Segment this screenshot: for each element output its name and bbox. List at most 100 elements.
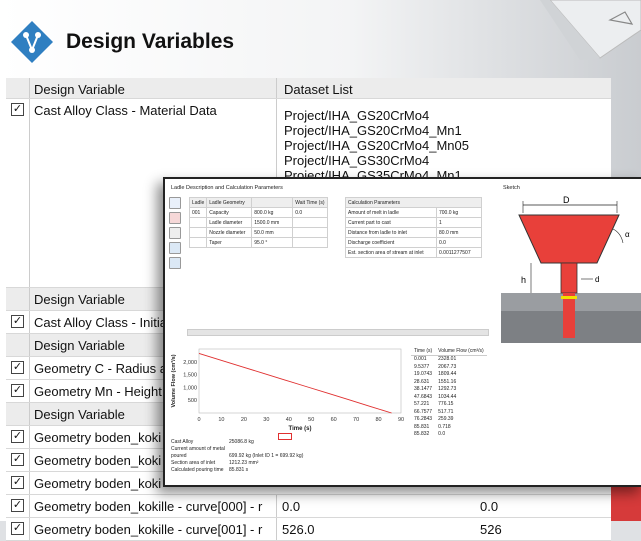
- copy-ladle-button[interactable]: [169, 227, 181, 239]
- y-tick-label: 2,000: [183, 360, 197, 366]
- column-header-design-variable: Design Variable: [34, 82, 125, 97]
- time-cell: 28.631: [414, 378, 430, 385]
- sketch-label-alpha: α: [625, 230, 630, 239]
- table-row[interactable]: ✓ Geometry boden_kokille - curve[001] - r…: [6, 518, 611, 541]
- value-cell[interactable]: 526: [480, 522, 502, 537]
- variable-label: Cast Alloy Class - Material Data: [34, 103, 217, 118]
- table-row[interactable]: Distance from ladle to inlet 80.0 mm: [345, 227, 482, 238]
- x-tick-label: 90: [398, 417, 404, 423]
- time-cell: 66.7577: [414, 408, 433, 415]
- table-row[interactable]: 85.831 0.718: [411, 423, 487, 431]
- variable-label: Geometry boden_koki: [34, 476, 162, 491]
- table-row[interactable]: 85.832 0.0: [411, 431, 487, 439]
- row-checkbox[interactable]: ✓: [11, 361, 24, 374]
- time-col: Time (s): [411, 347, 436, 356]
- ladle-value-col: [251, 197, 294, 208]
- row-checkbox[interactable]: ✓: [11, 522, 24, 535]
- ladle-col: Ladle: [188, 197, 208, 208]
- x-tick-label: 60: [331, 417, 337, 423]
- wait-time-col: Wait Time (s): [292, 197, 328, 208]
- table-row[interactable]: Current part to cast 1: [345, 217, 482, 228]
- x-tick-label: 30: [263, 417, 269, 423]
- table-row[interactable]: 57.221 776.15: [411, 401, 487, 409]
- row-checkbox[interactable]: ✓: [11, 476, 24, 489]
- calculation-parameters-table: Calculation Parameters Amount of melt in…: [345, 197, 482, 258]
- value-cell[interactable]: 526.0: [282, 522, 315, 537]
- dataset-item[interactable]: Project/IHA_GS20CrMo4_Mn1: [284, 123, 469, 138]
- time-cell: 9.5377: [414, 363, 430, 370]
- volume-flow-cell: 1551.16: [438, 378, 457, 385]
- variable-label: Geometry boden_kokille - curve[000] - r: [34, 499, 263, 514]
- column-header-design-variable: Design Variable: [34, 407, 125, 422]
- time-cell: 38.1477: [414, 386, 433, 393]
- time-cell: 85.832: [414, 431, 430, 438]
- table-row[interactable]: ✓ Geometry boden_kokille - curve[000] - r…: [6, 495, 611, 518]
- delete-ladle-button[interactable]: [169, 212, 181, 224]
- column-header-design-variable: Design Variable: [34, 338, 125, 353]
- x-tick-label: 50: [308, 417, 314, 423]
- x-tick-label: 20: [241, 417, 247, 423]
- value-cell[interactable]: 0.0: [480, 499, 498, 514]
- table-row[interactable]: Ladle diameter 1500.0 mm: [188, 217, 328, 228]
- table-row[interactable]: 0.001 2328.01: [411, 355, 487, 363]
- import-button[interactable]: [169, 242, 181, 254]
- table-row[interactable]: 38.1477 1292.73: [411, 386, 487, 394]
- ladle-geometry-table: Ladle Ladle Geometry Wait Time (s) 001 Ca…: [188, 197, 328, 248]
- volume-flow-col: Volume Flow (cm³/s): [435, 347, 487, 356]
- table-row[interactable]: Taper 95.0 °: [188, 237, 328, 248]
- table-row[interactable]: 19.0743 1809.44: [411, 371, 487, 379]
- row-checkbox[interactable]: ✓: [11, 499, 24, 512]
- table-row[interactable]: 76.2843 259.39: [411, 416, 487, 424]
- value-cell[interactable]: 0.0: [282, 499, 300, 514]
- volume-flow-cell: 776.15: [438, 401, 454, 408]
- row-checkbox[interactable]: ✓: [11, 384, 24, 397]
- table-row[interactable]: 001 Capacity 800.0 kg 0.0: [188, 207, 328, 218]
- table-row[interactable]: Amount of melt in ladle 700.0 kg: [345, 207, 482, 218]
- column-header-dataset-list: Dataset List: [284, 82, 353, 97]
- volume-flow-cell: 517.71: [438, 408, 454, 415]
- time-cell: 47.6843: [414, 393, 433, 400]
- sketch-label-h: h: [521, 275, 526, 285]
- export-button[interactable]: [169, 257, 181, 269]
- table-row[interactable]: Est. section area of stream at inlet 0.00…: [345, 247, 482, 258]
- table-row[interactable]: 47.6843 1034.44: [411, 393, 487, 401]
- table-row[interactable]: 28.631 1551.16: [411, 378, 487, 386]
- ladle-sketch: D h d α: [501, 195, 641, 343]
- volume-flow-cell: 0.718: [438, 423, 451, 430]
- volume-flow-cell: 1809.44: [438, 371, 457, 378]
- volume-flow-cell: 259.39: [438, 416, 454, 423]
- variable-label: Geometry boden_koki: [34, 453, 162, 468]
- table-row[interactable]: 66.7577 517.71: [411, 408, 487, 416]
- dataset-item[interactable]: Project/IHA_GS20CrMo4_Mn05: [284, 138, 469, 153]
- table-row[interactable]: 9.5377 2067.73: [411, 363, 487, 371]
- calc-params-header: Calculation Parameters: [345, 197, 482, 208]
- column-header-design-variable: Design Variable: [34, 292, 125, 307]
- table-row[interactable]: Nozzle diameter 50.0 mm: [188, 227, 328, 238]
- dataset-item[interactable]: Project/IHA_GS30CrMo4: [284, 153, 469, 168]
- table-header-row: Design Variable Dataset List: [6, 78, 611, 99]
- time-cell: 19.0743: [414, 371, 433, 378]
- row-checkbox[interactable]: ✓: [11, 315, 24, 328]
- row-checkbox[interactable]: ✓: [11, 430, 24, 443]
- ladle-geometry-col: Ladle Geometry: [206, 197, 253, 208]
- x-tick-label: 70: [353, 417, 359, 423]
- dataset-item[interactable]: Project/IHA_GS20CrMo4: [284, 108, 469, 123]
- horizontal-scrollbar[interactable]: [187, 329, 489, 336]
- add-ladle-button[interactable]: [169, 197, 181, 209]
- y-tick-label: 500: [188, 398, 197, 404]
- variable-label: Geometry boden_koki: [34, 430, 162, 445]
- y-axis-label: Volume Flow (cm³/s): [170, 354, 177, 407]
- row-checkbox[interactable]: ✓: [11, 453, 24, 466]
- row-checkbox[interactable]: ✓: [11, 103, 24, 116]
- table-row[interactable]: Discharge coefficient 0.0: [345, 237, 482, 248]
- time-cell: 57.221: [414, 401, 430, 408]
- header: Design Variables: [0, 0, 600, 70]
- time-flow-table: Time (s) Volume Flow (cm³/s) 0.001 2328.0…: [411, 347, 487, 438]
- volume-flow-cell: 0.0: [438, 431, 446, 438]
- volume-flow-cell: 1034.44: [438, 393, 457, 400]
- volume-flow-cell: 1292.73: [438, 386, 457, 393]
- volume-flow-chart: 0 10 20 30 40 50 60 70 80 90 2,000 1,500 1,000 500 Tim…: [170, 348, 404, 432]
- page-title: Design Variables: [66, 30, 235, 53]
- sketch-label-d: d: [595, 275, 599, 284]
- y-tick-label: 1,000: [183, 385, 197, 391]
